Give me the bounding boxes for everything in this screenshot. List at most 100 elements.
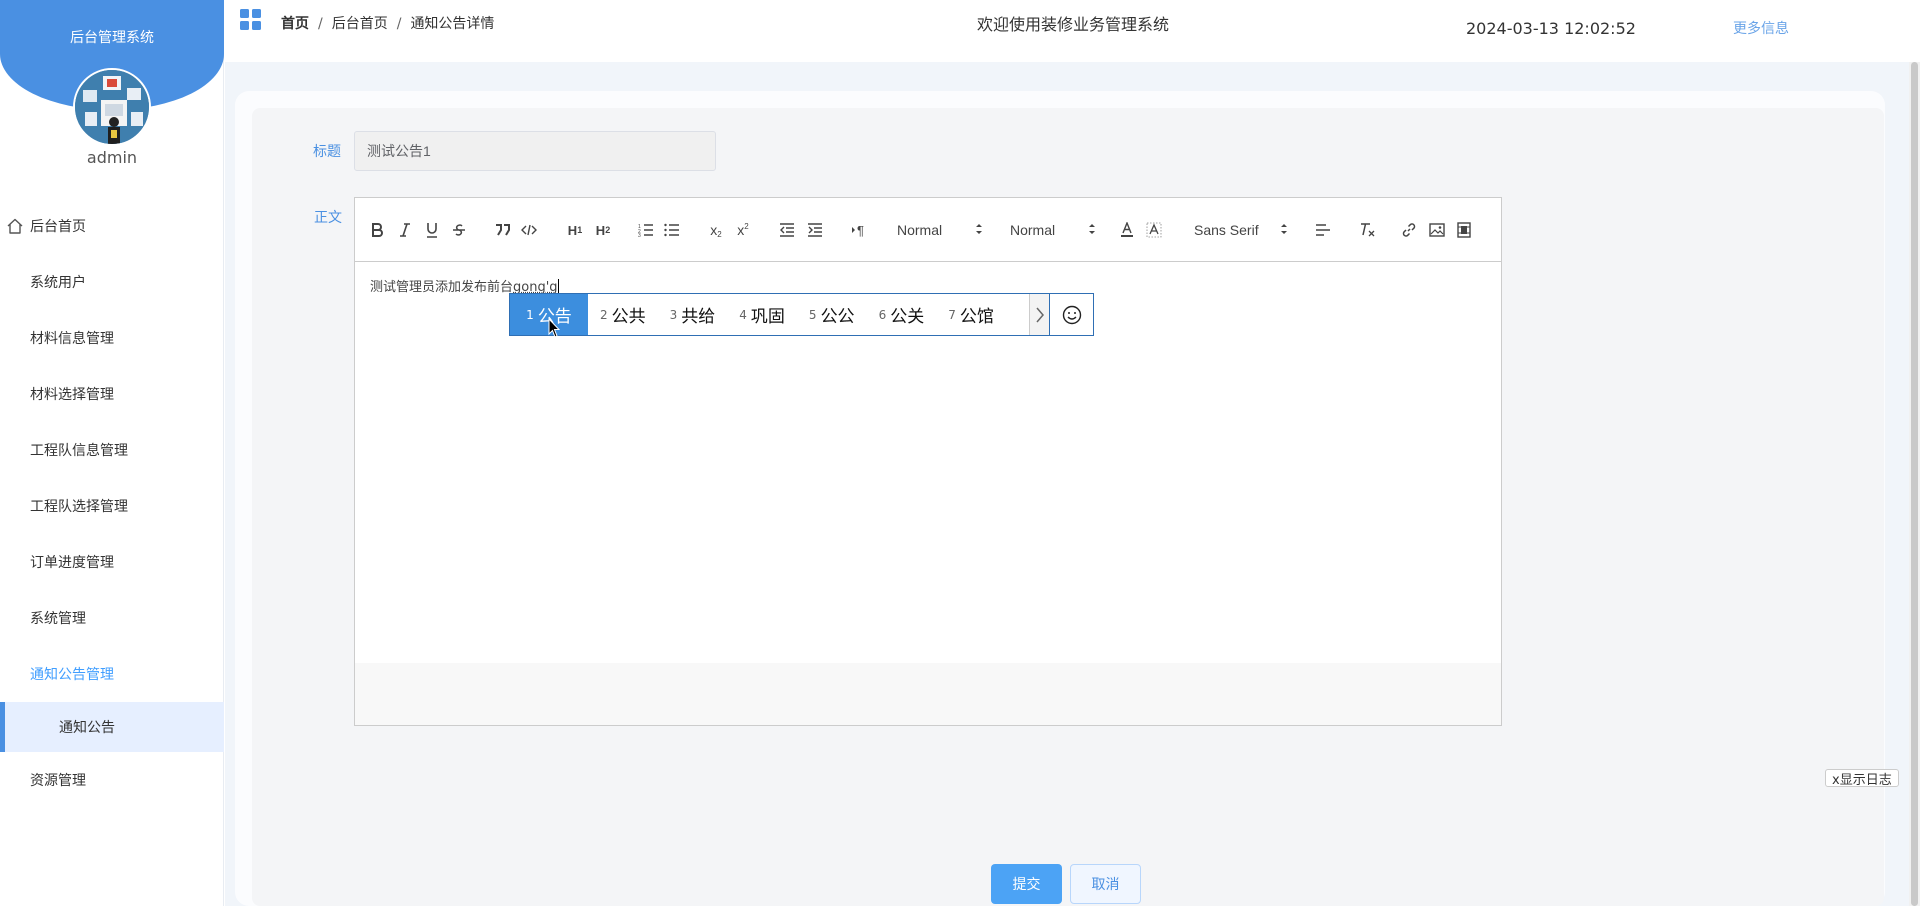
- admin-username: admin: [86, 148, 138, 167]
- ordered-list-icon[interactable]: 123: [638, 220, 654, 240]
- breadcrumb-separator: /: [318, 16, 323, 32]
- sidebar-item-system[interactable]: 系统管理: [0, 590, 224, 646]
- scrollbar-thumb[interactable]: [1911, 62, 1918, 906]
- background-color-icon[interactable]: [1146, 220, 1162, 240]
- cancel-button[interactable]: 取消: [1070, 864, 1141, 904]
- title-input[interactable]: [354, 131, 716, 171]
- candidate-text: 公馆: [959, 307, 994, 327]
- avatar[interactable]: [73, 68, 151, 146]
- show-log-button[interactable]: x显示日志: [1825, 769, 1899, 788]
- ime-candidate[interactable]: 2 公共: [588, 294, 658, 335]
- sidebar-item-order-progress[interactable]: 订单进度管理: [0, 534, 224, 590]
- breadcrumb-current: 通知公告详情: [410, 16, 495, 32]
- sidebar-item-notice-management[interactable]: 通知公告管理: [0, 646, 224, 702]
- candidate-number: 6: [878, 307, 887, 322]
- candidate-text: 共给: [681, 307, 716, 327]
- ime-candidate[interactable]: 4 巩固: [727, 294, 797, 335]
- align-icon[interactable]: [1315, 220, 1331, 240]
- link-icon[interactable]: [1401, 220, 1417, 240]
- text-caret: [557, 279, 559, 293]
- ime-candidate[interactable]: 3 共给: [658, 294, 728, 335]
- text-direction-icon[interactable]: ¶: [851, 220, 869, 240]
- editor-content-text: 测试管理员添加发布前台: [370, 280, 514, 295]
- ime-candidate-window: 1 公告 2 公共 3 共给 4 巩固 5 公公 6 公关 7 公馆: [509, 293, 1094, 336]
- vertical-scrollbar[interactable]: [1909, 62, 1920, 906]
- select-arrows-icon: [976, 224, 982, 234]
- italic-icon[interactable]: [398, 220, 412, 240]
- rich-text-editor: H1 H2 123 x2 x2 ¶ Normal Normal Sans Ser…: [354, 197, 1502, 726]
- top-bar: 首页 / 后台首页 / 通知公告详情 欢迎使用装修业务管理系统 2024-03-13 1…: [225, 0, 1920, 62]
- ime-emoji-button[interactable]: [1049, 294, 1093, 335]
- sidebar-item-label: 订单进度管理: [30, 555, 114, 571]
- indent-icon[interactable]: [807, 220, 823, 240]
- sidebar-item-label: 后台首页: [30, 219, 86, 235]
- select-arrows-icon: [1281, 224, 1287, 234]
- breadcrumb-dashboard[interactable]: 后台首页: [332, 16, 388, 32]
- sidebar-item-material-select[interactable]: 材料选择管理: [0, 366, 224, 422]
- candidate-number: 1: [526, 307, 534, 322]
- ime-candidate[interactable]: 5 公公: [797, 294, 867, 335]
- sidebar-item-label: 工程队信息管理: [30, 443, 128, 459]
- sidebar-item-label: 系统用户: [30, 275, 86, 291]
- outdent-icon[interactable]: [779, 220, 795, 240]
- sidebar-item-resources[interactable]: 资源管理: [0, 752, 224, 808]
- video-icon[interactable]: [1456, 220, 1472, 240]
- submit-button[interactable]: 提交: [991, 864, 1062, 904]
- svg-text:¶: ¶: [857, 223, 864, 237]
- text-color-icon[interactable]: [1119, 220, 1135, 240]
- sidebar: 后台管理系统 admin 后台首页 系统用户 材料信息管理 材料选择管理 工程队…: [0, 0, 224, 906]
- sidebar-item-label: 系统管理: [30, 611, 86, 627]
- bold-icon[interactable]: [370, 220, 384, 240]
- sidebar-item-label: 资源管理: [30, 773, 86, 789]
- code-block-icon[interactable]: [521, 220, 537, 240]
- superscript-icon[interactable]: x2: [734, 220, 752, 240]
- home-icon: [7, 218, 23, 234]
- clear-format-icon[interactable]: [1358, 220, 1376, 240]
- heading1-icon[interactable]: H1: [565, 220, 585, 240]
- grid-menu-icon[interactable]: [240, 9, 262, 31]
- ime-candidate-list: 1 公告 2 公共 3 共给 4 巩固 5 公公 6 公关 7 公馆: [510, 294, 1029, 335]
- sidebar-item-team-info[interactable]: 工程队信息管理: [0, 422, 224, 478]
- subscript-icon[interactable]: x2: [707, 220, 725, 240]
- system-title: 后台管理系统: [70, 30, 154, 46]
- image-icon[interactable]: [1429, 220, 1445, 240]
- blockquote-icon[interactable]: [495, 220, 511, 240]
- sidebar-item-material-info[interactable]: 材料信息管理: [0, 310, 224, 366]
- heading2-icon[interactable]: H2: [593, 220, 613, 240]
- strikethrough-icon[interactable]: [452, 220, 466, 240]
- font-select[interactable]: Sans Serif: [1194, 220, 1288, 240]
- sidebar-item-users[interactable]: 系统用户: [0, 254, 224, 310]
- editor-footer: [355, 663, 1501, 725]
- size-select-value: Normal: [1010, 222, 1056, 238]
- candidate-number: 5: [808, 307, 817, 322]
- ime-candidate[interactable]: 7 公馆: [936, 294, 1006, 335]
- underline-icon[interactable]: [425, 220, 439, 240]
- candidate-number: 3: [669, 307, 678, 322]
- select-arrows-icon: [1089, 224, 1095, 234]
- breadcrumb: 首页 / 后台首页 / 通知公告详情: [281, 13, 494, 33]
- candidate-text: 巩固: [750, 307, 785, 327]
- font-select-value: Sans Serif: [1194, 222, 1259, 238]
- breadcrumb-home[interactable]: 首页: [281, 16, 309, 32]
- editor-toolbar: H1 H2 123 x2 x2 ¶ Normal Normal Sans Ser…: [355, 198, 1501, 262]
- sidebar-item-dashboard[interactable]: 后台首页: [0, 198, 224, 254]
- emoji-icon: [1062, 305, 1081, 324]
- candidate-text: 公关: [890, 307, 925, 327]
- header-select-value: Normal: [897, 222, 943, 238]
- mouse-cursor-icon: [548, 318, 560, 338]
- candidate-number: 7: [948, 307, 956, 322]
- title-label: 标题: [313, 144, 341, 160]
- sidebar-subitem-notice[interactable]: 通知公告: [0, 702, 224, 752]
- candidate-number: 2: [600, 307, 608, 322]
- candidate-text: 公共: [611, 307, 646, 327]
- sidebar-item-label: 通知公告: [59, 720, 115, 736]
- ime-candidate[interactable]: 6 公关: [867, 294, 937, 335]
- ime-next-page-button[interactable]: [1029, 294, 1050, 335]
- sidebar-item-team-select[interactable]: 工程队选择管理: [0, 478, 224, 534]
- header-select[interactable]: Normal: [897, 220, 983, 240]
- more-info-link[interactable]: 更多信息: [1733, 18, 1789, 38]
- bullet-list-icon[interactable]: [664, 220, 680, 240]
- content-label: 正文: [314, 210, 342, 226]
- svg-text:3: 3: [638, 233, 641, 237]
- size-select[interactable]: Normal: [1010, 220, 1096, 240]
